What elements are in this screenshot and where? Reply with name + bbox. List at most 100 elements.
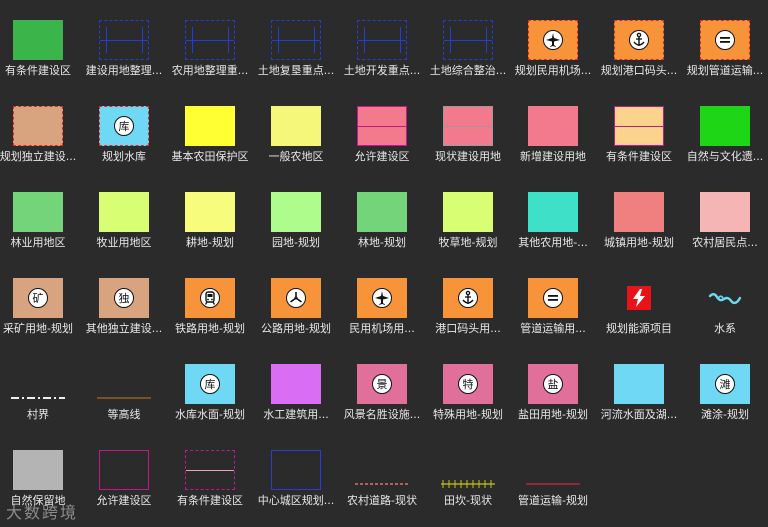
legend-item[interactable]: 水系 xyxy=(682,266,768,352)
airplane-icon xyxy=(372,288,392,308)
legend-label: 田坎-现状 xyxy=(444,494,492,507)
legend-swatch xyxy=(614,192,664,232)
legend-item[interactable]: 牧业用地区 xyxy=(81,180,167,266)
legend-item[interactable]: 土地开发重点... xyxy=(339,8,425,94)
swatch-divider xyxy=(100,40,148,41)
legend-item[interactable]: 盐盐田用地-规划 xyxy=(510,352,596,438)
pipeline-icon xyxy=(715,30,735,50)
legend-label: 滩涂-规划 xyxy=(701,408,749,421)
legend-item[interactable]: 规划独立建设... xyxy=(0,94,81,180)
legend-item[interactable]: 耕地-规划 xyxy=(167,180,253,266)
legend-item[interactable]: 其他农用地-... xyxy=(510,180,596,266)
swatch-divider xyxy=(358,40,406,41)
legend-item[interactable]: 规划民用机场... xyxy=(510,8,596,94)
line-contour-glyph xyxy=(97,394,151,402)
legend-item[interactable]: 土地综合整治... xyxy=(425,8,511,94)
legend-label: 风景名胜设施... xyxy=(343,408,421,421)
legend-item[interactable]: 规划管道运输... xyxy=(682,8,768,94)
legend-swatch xyxy=(526,450,580,490)
legend-item[interactable]: 农村道路-现状 xyxy=(339,438,425,524)
legend-label: 允许建设区 xyxy=(354,150,410,163)
legend-label: 一般农地区 xyxy=(268,150,324,163)
legend-item[interactable]: 有条件建设区 xyxy=(0,8,81,94)
legend-swatch xyxy=(99,450,149,490)
legend-label: 农村道路-现状 xyxy=(347,494,417,507)
legend-swatch xyxy=(357,192,407,232)
independent-icon: 独 xyxy=(114,288,134,308)
legend-item[interactable]: 建设用地整理... xyxy=(81,8,167,94)
legend-item[interactable]: 现状建设用地 xyxy=(425,94,511,180)
symbol-grid: 有条件建设区 建设用地整理... 农用地整理重... 土地复垦重点... 土地开发重点.… xyxy=(0,0,768,527)
legend-item[interactable]: 城镇用地-规划 xyxy=(596,180,682,266)
swatch-divider xyxy=(186,470,234,471)
legend-swatch xyxy=(13,106,63,146)
legend-item[interactable]: 有条件建设区 xyxy=(167,438,253,524)
salt-icon: 盐 xyxy=(543,374,563,394)
legend-label: 土地开发重点... xyxy=(343,64,421,77)
legend-item[interactable]: 民用机场用... xyxy=(339,266,425,352)
swatch-tick xyxy=(400,27,401,53)
road-icon xyxy=(286,288,306,308)
legend-swatch xyxy=(271,192,321,232)
legend-swatch xyxy=(97,364,151,404)
legend-item[interactable]: 港口码头用... xyxy=(425,266,511,352)
legend-item[interactable]: 土地复垦重点... xyxy=(253,8,339,94)
legend-item[interactable]: 农村居民点... xyxy=(682,180,768,266)
anchor-icon xyxy=(629,30,649,50)
legend-item[interactable]: 管道运输-规划 xyxy=(510,438,596,524)
legend-item[interactable]: 一般农地区 xyxy=(253,94,339,180)
swatch-tick xyxy=(192,27,193,53)
legend-item[interactable]: 矿采矿用地-规划 xyxy=(0,266,81,352)
legend-item[interactable]: 牧草地-规划 xyxy=(425,180,511,266)
legend-item[interactable]: 等高线 xyxy=(81,352,167,438)
legend-item[interactable]: 村界 xyxy=(0,352,81,438)
legend-swatch xyxy=(700,192,750,232)
swatch-tick xyxy=(228,27,229,53)
legend-label: 管道运输-规划 xyxy=(518,494,588,507)
legend-item[interactable]: 林业用地区 xyxy=(0,180,81,266)
legend-label: 允许建设区 xyxy=(96,494,152,507)
legend-item[interactable]: 中心城区规划... xyxy=(253,438,339,524)
legend-item[interactable]: 园地-规划 xyxy=(253,180,339,266)
legend-label: 民用机场用... xyxy=(349,322,415,335)
legend-item[interactable]: 河流水面及湖... xyxy=(596,352,682,438)
legend-item[interactable]: 滩滩涂-规划 xyxy=(682,352,768,438)
legend-label: 基本农田保护区 xyxy=(171,150,249,163)
legend-item[interactable]: 林地-规划 xyxy=(339,180,425,266)
legend-item[interactable]: 特特殊用地-规划 xyxy=(425,352,511,438)
legend-item[interactable]: 基本农田保护区 xyxy=(167,94,253,180)
swatch-tick xyxy=(142,27,143,53)
legend-swatch: 库 xyxy=(99,106,149,146)
legend-item[interactable]: 允许建设区 xyxy=(81,438,167,524)
legend-item[interactable]: 独其他独立建设... xyxy=(81,266,167,352)
legend-swatch xyxy=(443,192,493,232)
legend-item[interactable]: 规划港口码头... xyxy=(596,8,682,94)
legend-item[interactable]: 自然与文化遗... xyxy=(682,94,768,180)
legend-label: 有条件建设区 xyxy=(177,494,243,507)
legend-label: 规划能源项目 xyxy=(606,322,672,335)
legend-item[interactable]: 规划能源项目 xyxy=(596,266,682,352)
special-icon: 特 xyxy=(458,374,478,394)
legend-item[interactable]: 公路用地-规划 xyxy=(253,266,339,352)
legend-item[interactable]: 库水库水面-规划 xyxy=(167,352,253,438)
legend-swatch: 滩 xyxy=(700,364,750,404)
legend-item[interactable]: 有条件建设区 xyxy=(596,94,682,180)
legend-item[interactable]: 铁路用地-规划 xyxy=(167,266,253,352)
legend-item[interactable]: 允许建设区 xyxy=(339,94,425,180)
legend-swatch xyxy=(13,20,63,60)
legend-item[interactable]: 新增建设用地 xyxy=(510,94,596,180)
legend-item[interactable]: 田坎-现状 xyxy=(425,438,511,524)
legend-item[interactable]: 景风景名胜设施... xyxy=(339,352,425,438)
legend-item[interactable]: 管道运输用... xyxy=(510,266,596,352)
legend-label: 采矿用地-规划 xyxy=(3,322,73,335)
legend-swatch xyxy=(614,278,664,318)
legend-item[interactable]: 库规划水库 xyxy=(81,94,167,180)
legend-swatch xyxy=(357,20,407,60)
legend-label: 城镇用地-规划 xyxy=(604,236,674,249)
legend-swatch xyxy=(271,106,321,146)
legend-item[interactable]: 农用地整理重... xyxy=(167,8,253,94)
mudflat-icon: 滩 xyxy=(715,374,735,394)
legend-swatch xyxy=(99,20,149,60)
legend-item[interactable]: 水工建筑用... xyxy=(253,352,339,438)
swatch-tick xyxy=(314,27,315,53)
